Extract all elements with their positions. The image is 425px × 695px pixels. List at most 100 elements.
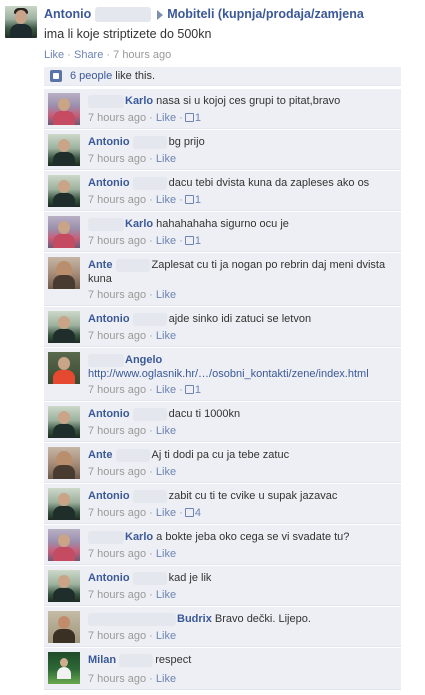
comment-timestamp[interactable]: 7 hours ago <box>88 548 146 560</box>
commenter-avatar[interactable] <box>48 529 80 561</box>
comment-like-link[interactable]: Like <box>156 507 176 519</box>
post-actions: Like · Share · 7 hours ago <box>44 49 172 61</box>
comment-item: Antonio dacu ti 1000kn 7 hours ago · Like <box>44 402 401 442</box>
commenter-avatar[interactable] <box>48 134 80 166</box>
commenter-name[interactable]: Antonio <box>88 572 130 584</box>
comment-timestamp[interactable]: 7 hours ago <box>88 194 146 206</box>
commenter-name[interactable]: Antonio <box>88 313 130 325</box>
comment-like-link[interactable]: Like <box>156 235 176 247</box>
comment-timestamp[interactable]: 7 hours ago <box>88 589 146 601</box>
comment-timestamp[interactable]: 7 hours ago <box>88 384 146 396</box>
comment-text: Bravo dečki. Lijepo. <box>211 613 311 625</box>
comment-like-link[interactable]: Like <box>156 330 176 342</box>
comment-timestamp[interactable]: 7 hours ago <box>88 330 146 342</box>
comment-timestamp[interactable]: 7 hours ago <box>88 425 146 437</box>
commenter-name[interactable]: Karlo <box>125 95 153 107</box>
post-status-text: ima li koje striptizete do 500kn <box>44 27 212 41</box>
comment-meta: 7 hours ago · Like <box>88 466 177 478</box>
redacted-name <box>115 448 150 462</box>
commenter-avatar[interactable] <box>48 570 80 602</box>
comment-like-count[interactable]: 1 <box>195 384 201 396</box>
comment-timestamp[interactable]: 7 hours ago <box>88 153 146 165</box>
comment-link[interactable]: http://www.oglasnik.hr/…/osobni_kontakti… <box>88 368 369 380</box>
comment-item: Ante Aj ti dodi pa cu ja tebe zatuc 7 hou… <box>44 443 401 483</box>
comment-like-count[interactable]: 4 <box>195 507 201 519</box>
comment-body: Karlo nasa si u kojoj ces grupi to pitat… <box>88 94 395 108</box>
comment-meta: 7 hours ago · Like <box>88 589 177 601</box>
comment-item: Karlo hahahahaha sigurno ocu je 7 hours a… <box>44 212 401 252</box>
comment-timestamp[interactable]: 7 hours ago <box>88 112 146 124</box>
comment-like-count[interactable]: 1 <box>195 194 201 206</box>
comment-like-link[interactable]: Like <box>156 466 176 478</box>
comment-like-link[interactable]: Like <box>156 112 176 124</box>
redacted-name <box>88 530 124 544</box>
commenter-avatar[interactable] <box>48 257 80 289</box>
redacted-name <box>88 612 176 626</box>
post-timestamp[interactable]: 7 hours ago <box>113 49 171 61</box>
commenter-avatar[interactable] <box>48 352 80 384</box>
comment-item: Ante Zaplesat cu ti ja nogan po rebrin d… <box>44 253 401 306</box>
redacted-name <box>119 653 154 667</box>
commenter-name[interactable]: Ante <box>88 259 112 271</box>
comment-timestamp[interactable]: 7 hours ago <box>88 466 146 478</box>
comment-timestamp[interactable]: 7 hours ago <box>88 673 146 685</box>
comment-meta: 7 hours ago · Like · 1 <box>88 112 201 124</box>
comment-timestamp[interactable]: 7 hours ago <box>88 235 146 247</box>
commenter-name[interactable]: Antonio <box>88 136 130 148</box>
comment-like-link[interactable]: Like <box>156 194 176 206</box>
post-share-link[interactable]: Share <box>74 49 103 61</box>
thumbs-up-icon <box>184 113 194 122</box>
commenter-name[interactable]: Karlo <box>125 218 153 230</box>
comment-like-count[interactable]: 1 <box>195 112 201 124</box>
post-like-link[interactable]: Like <box>44 49 64 61</box>
commenter-avatar[interactable] <box>48 652 80 684</box>
commenter-name[interactable]: Ante <box>88 449 112 461</box>
commenter-avatar[interactable] <box>48 93 80 125</box>
commenter-name[interactable]: Karlo <box>125 531 153 543</box>
commenter-avatar[interactable] <box>48 406 80 438</box>
comment-text: ajde sinko idi zatuci se letvon <box>168 313 312 325</box>
comment-item: Karlo nasa si u kojoj ces grupi to pitat… <box>44 89 401 129</box>
comment-item: Antonio kad je lik 7 hours ago · Like <box>44 566 401 606</box>
comment-text: a bokte jeba oko cega se vi svadate tu? <box>153 531 350 543</box>
comment-body: Ante Aj ti dodi pa cu ja tebe zatuc <box>88 448 395 462</box>
commenter-avatar[interactable] <box>48 311 80 343</box>
comment-like-link[interactable]: Like <box>156 589 176 601</box>
comment-like-link[interactable]: Like <box>156 425 176 437</box>
commenter-name[interactable]: Angelo <box>125 354 162 366</box>
author-avatar[interactable] <box>5 6 37 38</box>
commenter-name[interactable]: Antonio <box>88 408 130 420</box>
comment-like-link[interactable]: Like <box>156 548 176 560</box>
comment-meta: 7 hours ago · Like · 1 <box>88 384 201 396</box>
commenter-name[interactable]: Antonio <box>88 177 130 189</box>
redacted-name <box>132 312 167 326</box>
comment-meta: 7 hours ago · Like · 4 <box>88 507 201 519</box>
commenter-avatar[interactable] <box>48 611 80 643</box>
comment-like-count[interactable]: 1 <box>195 235 201 247</box>
post-author-name[interactable]: Antonio <box>44 7 91 21</box>
thumbs-up-icon <box>184 236 194 245</box>
post-header: Antonio Mobiteli (kupnja/prodaja/zamjena <box>44 7 364 23</box>
comment-meta: 7 hours ago · Like · 1 <box>88 194 201 206</box>
comment-timestamp[interactable]: 7 hours ago <box>88 507 146 519</box>
commenter-avatar[interactable] <box>48 488 80 520</box>
commenter-avatar[interactable] <box>48 216 80 248</box>
comment-timestamp[interactable]: 7 hours ago <box>88 630 146 642</box>
comment-like-link[interactable]: Like <box>156 289 176 301</box>
comment-like-link[interactable]: Like <box>156 630 176 642</box>
commenter-name[interactable]: Budrix <box>177 613 212 625</box>
comment-like-link[interactable]: Like <box>156 153 176 165</box>
comment-body: Antonio kad je lik <box>88 571 395 585</box>
commenter-avatar[interactable] <box>48 175 80 207</box>
comment-text: dacu ti 1000kn <box>168 408 241 420</box>
commenter-avatar[interactable] <box>48 447 80 479</box>
likers-link[interactable]: 6 people <box>70 70 112 82</box>
group-name-link[interactable]: Mobiteli (kupnja/prodaja/zamjena <box>167 7 364 21</box>
commenter-name[interactable]: Milan <box>88 654 116 666</box>
comment-like-link[interactable]: Like <box>156 673 176 685</box>
comment-item: Angelo http://www.oglasnik.hr/…/osobni_ko… <box>44 348 401 401</box>
comment-body: Antonio bg prijo <box>88 135 395 149</box>
comment-timestamp[interactable]: 7 hours ago <box>88 289 146 301</box>
commenter-name[interactable]: Antonio <box>88 490 130 502</box>
comment-like-link[interactable]: Like <box>156 384 176 396</box>
